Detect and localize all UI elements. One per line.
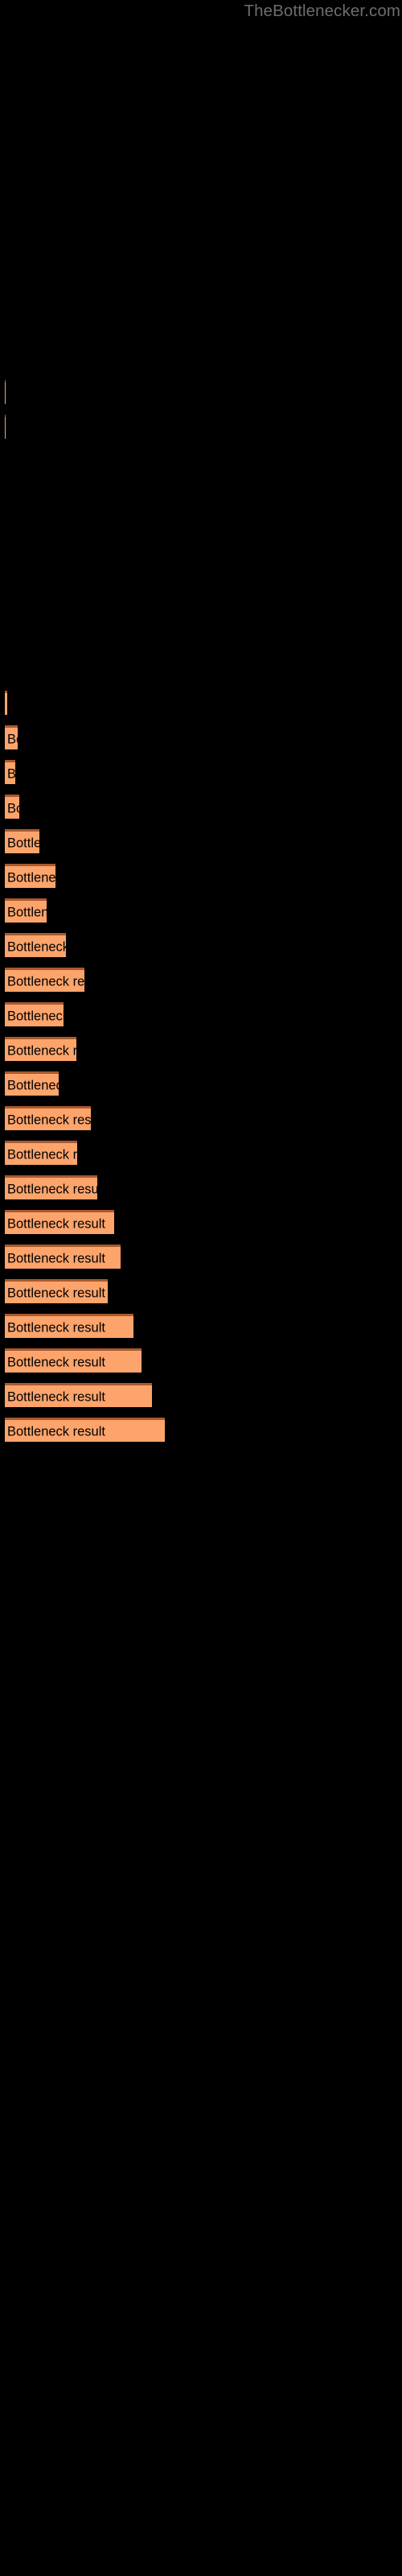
bar-label: Bottleneck result xyxy=(7,1043,76,1058)
bar-row xyxy=(0,242,402,266)
bar-label: Bottleneck result xyxy=(7,1286,105,1300)
bar-row: Bottleneck result xyxy=(0,1210,402,1234)
chart-bar: Bottleneck result xyxy=(5,1210,114,1234)
bar-row: Bottleneck result xyxy=(0,760,402,784)
bar-row: Bottleneck result xyxy=(0,1418,402,1442)
bar-row: Bottleneck result xyxy=(0,1314,402,1338)
bar-label: Bottleneck result xyxy=(7,766,15,781)
chart-bar: Bottleneck result xyxy=(5,933,66,957)
bar-row xyxy=(0,311,402,335)
chart-bar: Bottleneck result xyxy=(5,1279,108,1303)
chart-bar: Bottleneck result xyxy=(5,898,47,923)
chart-bar: Bottleneck result xyxy=(5,1141,77,1165)
chart-bar: Bottleneck result xyxy=(5,1106,91,1130)
bar-label: Bottleneck result xyxy=(7,1320,105,1335)
bar-row: Bottleneck result xyxy=(0,1383,402,1407)
bar-row: Bottleneck result xyxy=(0,1037,402,1061)
chart-bar: Bottleneck result xyxy=(5,1002,64,1026)
chart-bar: Bottleneck result xyxy=(5,864,55,888)
chart-bar: Bottleneck result xyxy=(5,1314,133,1338)
bar-label: Bottleneck result xyxy=(7,1078,59,1092)
bar-row: Bottleneck result xyxy=(0,1279,402,1303)
bar-row: Bottleneck result xyxy=(0,829,402,853)
bar-label: Bottleneck result xyxy=(7,836,39,850)
site-watermark: TheBottlenecker.com xyxy=(244,2,400,20)
chart-bar: Bottleneck result xyxy=(5,1418,165,1442)
bar-label: Bottleneck result xyxy=(7,1251,105,1265)
bar-label: Bottleneck result xyxy=(7,801,19,815)
bar-row xyxy=(0,172,402,196)
chart-bar: Bottleneck result xyxy=(5,968,84,992)
bar-row xyxy=(0,276,402,300)
chart-plot-area: Bottleneck result Bottleneck result Bottle… xyxy=(0,0,402,2576)
chart-bar: Bottleneck result xyxy=(5,725,18,749)
bar-row: Bottleneck result xyxy=(0,1106,402,1130)
chart-bar: Bottleneck result xyxy=(5,829,39,853)
bar-row: Bottleneck result xyxy=(0,1141,402,1165)
bar-label: Bottleneck result xyxy=(7,870,55,885)
bar-row: Bottleneck result xyxy=(0,795,402,819)
bar-label: Bottleneck result xyxy=(7,1216,105,1231)
bar-label: Bottleneck result xyxy=(7,905,47,919)
bar-label: Bottleneck result xyxy=(7,1182,97,1196)
bar-row: Bottleneck result xyxy=(0,968,402,992)
bar-row xyxy=(0,103,402,127)
bar-row: Bottleneck result xyxy=(0,898,402,923)
bar-row xyxy=(0,207,402,231)
bar-row: Bottleneck result xyxy=(0,725,402,749)
bar-label: Bottleneck result xyxy=(7,939,66,954)
bar-label: Bottleneck result xyxy=(7,1147,77,1162)
bar-row: Bottleneck result xyxy=(0,1002,402,1026)
bar-label: Bottleneck result xyxy=(7,1009,64,1023)
bar-label: Bottleneck result xyxy=(7,1113,91,1127)
bar-row xyxy=(0,138,402,162)
chart-bar: Bottleneck result xyxy=(5,1245,121,1269)
bar-row xyxy=(0,68,402,93)
bar-row: Bottleneck result xyxy=(0,933,402,957)
chart-bar: Bottleneck result xyxy=(5,415,6,439)
bottleneck-bar-chart: Bottleneck result Bottleneck result Bottle… xyxy=(0,0,402,2576)
bar-label: Bottleneck result xyxy=(7,1355,105,1369)
bar-row: Bottleneck result xyxy=(0,380,402,404)
chart-bar: Bottleneck result xyxy=(5,1348,142,1373)
bar-row: Bottleneck result xyxy=(0,1071,402,1096)
bar-label: Bottleneck result xyxy=(7,1389,105,1404)
bar-row: Bottleneck result xyxy=(0,691,402,715)
chart-bar: Bottleneck result xyxy=(5,795,19,819)
chart-bar: Bottleneck result xyxy=(5,1037,76,1061)
bar-row: Bottleneck result xyxy=(0,1175,402,1199)
chart-bar: Bottleneck result xyxy=(5,1383,152,1407)
bar-label: Bottleneck result xyxy=(7,974,84,989)
chart-bar: Bottleneck result xyxy=(5,1071,59,1096)
bar-label: Bottleneck result xyxy=(7,1424,105,1439)
chart-bar: Bottleneck result xyxy=(5,691,7,715)
bar-row: Bottleneck result xyxy=(0,415,402,439)
bar-label: Bottleneck result xyxy=(7,732,18,746)
bar-row: Bottleneck result xyxy=(0,864,402,888)
bar-row xyxy=(0,345,402,369)
bar-row: Bottleneck result xyxy=(0,1245,402,1269)
chart-bar: Bottleneck result xyxy=(5,1175,97,1199)
bar-row: Bottleneck result xyxy=(0,1348,402,1373)
chart-bar: Bottleneck result xyxy=(5,760,15,784)
chart-bar: Bottleneck result xyxy=(5,380,6,404)
